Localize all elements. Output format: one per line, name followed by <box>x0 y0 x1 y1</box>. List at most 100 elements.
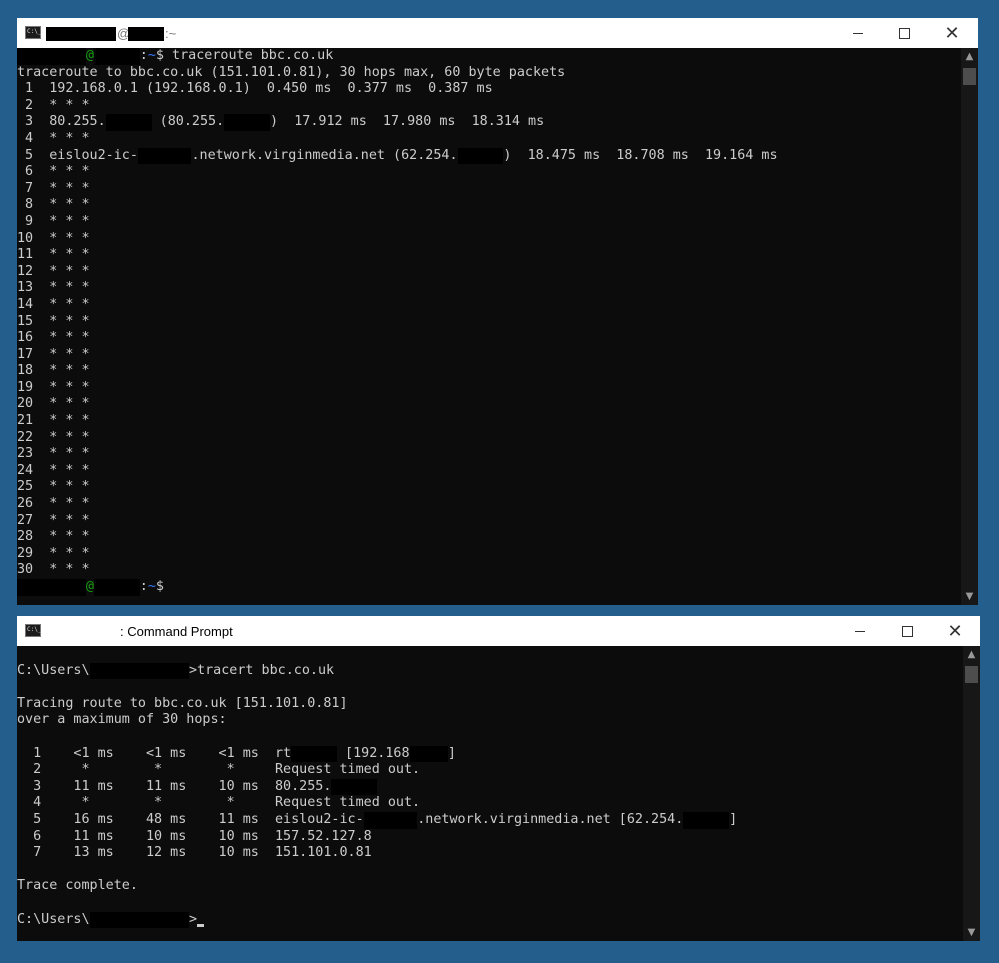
terminal-line: traceroute to bbc.co.uk (151.101.0.81), … <box>17 64 566 80</box>
line-text: 1 <1 ms <1 ms <1 ms rt <box>17 745 292 761</box>
redacted-block <box>89 911 189 929</box>
close-button[interactable]: ✕ <box>929 18 975 48</box>
scrollbar-thumb[interactable] <box>965 666 978 683</box>
terminal-line: 6 11 ms 10 ms 10 ms 157.52.127.8 <box>17 828 372 844</box>
line-text: (80.255. <box>151 114 225 130</box>
terminal-line: 14 * * * <box>17 296 90 312</box>
terminal-line: 4 * * * <box>17 130 90 146</box>
line-text: 5 eislou2-ic- <box>17 147 138 163</box>
terminal-line: 26 * * * <box>17 496 90 512</box>
terminal-line: 3 11 ms 11 ms 10 ms 80.255. <box>17 778 963 796</box>
line-text: ) 17.912 ms 17.980 ms 18.314 ms <box>270 114 545 130</box>
vertical-scrollbar[interactable]: ▲ ▼ <box>961 48 978 605</box>
terminal-line: 27 * * * <box>17 512 90 528</box>
scroll-up-arrow-icon[interactable]: ▲ <box>963 646 980 663</box>
terminal-line: 9 * * * <box>17 213 90 229</box>
maximize-button[interactable] <box>884 616 930 646</box>
terminal-line: 1 <1 ms <1 ms <1 ms rt [192.168] <box>17 745 963 763</box>
redacted-hostname <box>128 27 164 41</box>
terminal-line: 2 * * * <box>17 97 90 113</box>
redacted-block <box>457 147 504 165</box>
command-text: traceroute bbc.co.uk <box>172 48 334 63</box>
terminal-line: 6 * * * <box>17 164 90 180</box>
terminal-line: 8 * * * <box>17 197 90 213</box>
maximize-button[interactable] <box>881 18 927 48</box>
redacted-block <box>409 745 448 763</box>
command-prompt-window[interactable]: : Command Prompt ✕ C:\Users\ >tracert bbc… <box>17 616 980 941</box>
line-text: ] <box>447 745 456 761</box>
prompt-at: @ <box>85 48 94 63</box>
redacted-block <box>17 579 86 596</box>
line-text: 3 11 ms 11 ms 10 ms 80.255. <box>17 778 332 794</box>
terminal-line: 29 * * * <box>17 545 90 561</box>
terminal-line: C:\Users\ > <box>17 911 963 929</box>
minimize-button[interactable] <box>835 18 881 48</box>
terminal-line: Trace complete. <box>17 878 138 894</box>
redacted-block <box>17 48 86 65</box>
terminal-line: 3 80.255. (80.255. ) 17.912 ms 17.980 ms … <box>17 114 961 131</box>
scroll-up-arrow-icon[interactable]: ▲ <box>961 48 978 65</box>
line-text: C:\Users\ <box>17 911 90 927</box>
line-text: 3 80.255. <box>17 114 106 130</box>
minimize-button[interactable] <box>837 616 883 646</box>
vertical-scrollbar[interactable]: ▲ ▼ <box>963 646 980 941</box>
terminal-line: 7 * * * <box>17 180 90 196</box>
text-cursor <box>197 924 205 928</box>
line-text: .network.virginmedia.net (62.254. <box>191 147 458 163</box>
terminal-output[interactable]: @:~$ traceroute bbc.co.uk traceroute to b… <box>17 48 961 605</box>
terminal-line: 7 13 ms 12 ms 10 ms 151.101.0.81 <box>17 845 372 861</box>
redacted-block <box>105 114 152 131</box>
terminal-line: 10 * * * <box>17 230 90 246</box>
console-app-icon <box>25 624 41 637</box>
redacted-block <box>93 48 140 65</box>
prompt-colon: : <box>139 48 148 63</box>
terminal-line: 19 * * * <box>17 379 90 395</box>
terminal-line: 17 * * * <box>17 346 90 362</box>
terminal-line: 5 eislou2-ic- .network.virginmedia.net (6… <box>17 147 961 165</box>
close-button[interactable]: ✕ <box>932 616 978 646</box>
console-app-icon <box>25 26 41 39</box>
line-text: >tracert bbc.co.uk <box>189 662 335 678</box>
terminal-line: 11 * * * <box>17 247 90 263</box>
redacted-block <box>363 811 418 829</box>
prompt-symbol: $ <box>155 48 173 63</box>
title-bar[interactable]: : Command Prompt ✕ <box>17 616 980 646</box>
prompt-symbol: $ <box>155 579 164 594</box>
terminal-line: 21 * * * <box>17 413 90 429</box>
terminal-line: over a maximum of 30 hops: <box>17 712 227 728</box>
bash-terminal-window[interactable]: @ :~ ✕ @:~$ traceroute bbc.co.uktracerou… <box>17 18 978 605</box>
terminal-line: 16 * * * <box>17 330 90 346</box>
scroll-down-arrow-icon[interactable]: ▼ <box>961 588 978 605</box>
terminal-line: @:~$ <box>17 579 961 596</box>
redacted-block <box>224 114 271 131</box>
terminal-line: 22 * * * <box>17 429 90 445</box>
line-text: .network.virginmedia.net [62.254. <box>417 811 684 827</box>
scrollbar-thumb[interactable] <box>963 68 976 85</box>
scroll-down-arrow-icon[interactable]: ▼ <box>963 924 980 941</box>
terminal-output[interactable]: C:\Users\ >tracert bbc.co.uk Tracing route… <box>17 646 963 941</box>
terminal-line: C:\Users\ >tracert bbc.co.uk <box>17 662 963 680</box>
line-text: > <box>189 911 198 927</box>
prompt-at: @ <box>85 579 94 594</box>
terminal-line: 30 * * * <box>17 562 90 578</box>
window-title: : Command Prompt <box>120 624 233 639</box>
title-bar[interactable]: @ :~ ✕ <box>17 18 978 48</box>
terminal-line: 13 * * * <box>17 280 90 296</box>
redacted-block <box>291 745 337 763</box>
prompt-colon: : <box>139 579 148 594</box>
terminal-line: 25 * * * <box>17 479 90 495</box>
redacted-username <box>46 27 116 41</box>
terminal-line: 4 * * * Request timed out. <box>17 795 421 811</box>
prompt-path: ~ <box>147 48 156 63</box>
terminal-line: 12 * * * <box>17 263 90 279</box>
terminal-line: 28 * * * <box>17 529 90 545</box>
redacted-block <box>683 811 730 829</box>
redacted-block <box>89 662 189 680</box>
terminal-line: 24 * * * <box>17 462 90 478</box>
line-text: 5 16 ms 48 ms 11 ms eislou2-ic- <box>17 811 364 827</box>
line-text: C:\Users\ <box>17 662 90 678</box>
line-text: ] <box>729 811 738 827</box>
